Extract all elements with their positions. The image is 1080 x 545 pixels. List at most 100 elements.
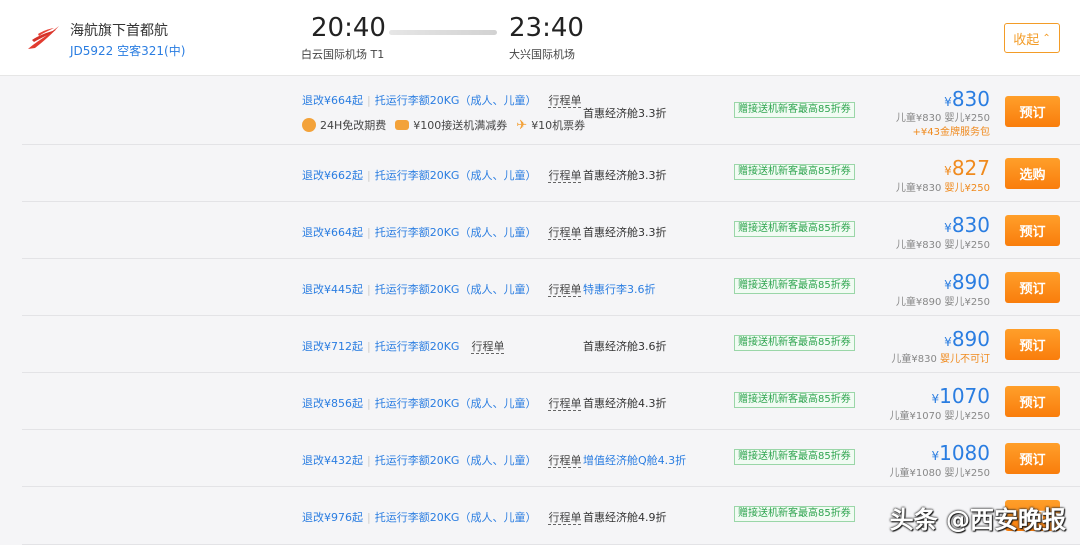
child-infant-price: 儿童¥1070 婴儿¥250 (890, 407, 990, 422)
perk-label: ¥10机票券 (531, 119, 586, 132)
promo-badge: 赠接送机新客最高85折券 (734, 164, 855, 180)
currency-symbol: ¥ (944, 95, 952, 109)
fare-row: 退改¥712起 | 托运行李额20KG 行程单 首惠经济舱3.6折 赠接送机新客最高8… (22, 316, 1080, 373)
cabin-class[interactable]: 增值经济舱Q舱4.3折 (583, 452, 686, 468)
child-infant-price: 儿童¥830 婴儿¥250 (896, 179, 990, 194)
fare-row: 退改¥432起 | 托运行李额20KG（成人、儿童） 行程单 增值经济舱Q舱4.3折 … (22, 430, 1080, 487)
promo-badge: 赠接送机新客最高85折券 (734, 335, 855, 351)
price-value: 1070 (939, 384, 990, 408)
promo-badge: 赠接送机新客最高85折券 (734, 221, 855, 237)
adult-price: ¥890 (944, 272, 990, 295)
cabin-class: 首惠经济舱3.3折 (583, 107, 667, 120)
plane-icon: ✈ (516, 117, 528, 133)
baggage-link[interactable]: 托运行李额20KG（成人、儿童） (375, 397, 537, 410)
perk-ticket-coupon[interactable]: ✈ ¥10机票券 (516, 117, 585, 133)
child-infant-price: 儿童¥1080 婴儿¥250 (890, 464, 990, 479)
child-infant-price: 儿童¥830 婴儿¥250 (896, 236, 990, 251)
change-fee-link[interactable]: 退改¥445起 (302, 283, 363, 296)
book-button[interactable]: 预订 (1005, 443, 1060, 474)
change-fee-link[interactable]: 退改¥664起 (302, 94, 363, 107)
purchase-button[interactable]: 选购 (1005, 158, 1060, 189)
itinerary-label[interactable]: 行程单 (548, 454, 582, 468)
perk-free-change[interactable]: 24H免改期费 (302, 117, 386, 133)
fare-row: 退改¥664起 | 托运行李额20KG（成人、儿童） 行程单 首惠经济舱3.3折 赠接… (22, 202, 1080, 259)
departure-time: 20:40 (311, 13, 386, 43)
child-infant-price: 儿童¥830 婴儿¥250 (896, 109, 990, 124)
child-price: 儿童¥830 (891, 354, 937, 365)
change-fee-link[interactable]: 退改¥856起 (302, 397, 363, 410)
baggage-link[interactable]: 托运行李额20KG（成人、儿童） (375, 226, 537, 239)
book-button[interactable]: 预订 (1005, 272, 1060, 303)
arrival-airport: 大兴国际机场 (509, 48, 575, 61)
child-infant-price: 儿童¥830 婴儿不可订 (891, 350, 990, 365)
cabin-class: 首惠经济舱4.9折 (583, 511, 667, 524)
perks: 24H免改期费 ¥100接送机满减券 ✈ ¥10机票券 (302, 117, 594, 133)
cabin-class[interactable]: 特惠行李3.6折 (583, 281, 656, 297)
itinerary-label[interactable]: 行程单 (548, 397, 582, 411)
service-pack-addon[interactable]: +¥43金牌服务包 (913, 123, 990, 138)
itinerary-label[interactable]: 行程单 (548, 226, 582, 240)
price-value: 890 (951, 270, 990, 294)
change-fee-link[interactable]: 退改¥662起 (302, 169, 363, 182)
child-price: 儿童¥830 (895, 183, 942, 194)
baggage-link[interactable]: 托运行李额20KG（成人、儿童） (375, 94, 537, 107)
fare-row: 退改¥662起 | 托运行李额20KG（成人、儿童） 行程单 首惠经济舱3.3折 赠接… (22, 145, 1080, 202)
itinerary-label[interactable]: 行程单 (471, 340, 505, 354)
infant-price: 婴儿¥250 (944, 411, 990, 422)
adult-price: ¥1070 (931, 386, 990, 409)
price-value: 890 (951, 327, 990, 351)
adult-price: ¥1080 (931, 443, 990, 466)
fare-policy: 退改¥856起 | 托运行李额20KG（成人、儿童） 行程单 (302, 397, 582, 411)
change-fee-link[interactable]: 退改¥664起 (302, 226, 363, 239)
currency-symbol: ¥ (931, 449, 940, 463)
change-fee-link[interactable]: 退改¥712起 (302, 340, 363, 353)
promo-badge: 赠接送机新客最高85折券 (734, 278, 855, 294)
baggage-link[interactable]: 托运行李额20KG（成人、儿童） (375, 454, 537, 467)
fare-policy: 退改¥664起 | 托运行李额20KG（成人、儿童） 行程单 (302, 94, 582, 108)
baggage-link[interactable]: 托运行李额20KG（成人、儿童） (375, 169, 537, 182)
infant-price: 婴儿¥250 (944, 297, 990, 308)
child-price: 儿童¥1070 (889, 411, 942, 422)
baggage-link[interactable]: 托运行李额20KG（成人、儿童） (375, 511, 537, 524)
book-button[interactable]: 预订 (1005, 215, 1060, 246)
cabin-class: 首惠经济舱3.6折 (583, 340, 667, 353)
child-price: 儿童¥1080 (889, 468, 942, 479)
arrival-time: 23:40 (509, 13, 584, 43)
fare-row: 退改¥664起 | 托运行李额20KG（成人、儿童） 行程单 24H免改期费 ¥100… (22, 80, 1080, 145)
book-button[interactable]: 预订 (1005, 96, 1060, 127)
book-button[interactable]: 预订 (1005, 386, 1060, 417)
infant-price: 婴儿¥250 (944, 240, 990, 251)
change-fee-link[interactable]: 退改¥432起 (302, 454, 363, 467)
collapse-button[interactable]: 收起 ⌃ (1004, 23, 1060, 53)
child-price: 儿童¥830 (895, 240, 942, 251)
flight-summary-header: 海航旗下首都航 JD5922 空客321(中) 20:40 白云国际机场 T1 … (0, 0, 1080, 76)
fare-policy: 退改¥664起 | 托运行李额20KG（成人、儿童） 行程单 (302, 226, 582, 240)
itinerary-label[interactable]: 行程单 (548, 283, 582, 297)
cabin-class: 首惠经济舱4.3折 (583, 397, 667, 410)
currency-symbol: ¥ (931, 392, 940, 406)
currency-symbol: ¥ (944, 164, 952, 178)
child-infant-price: 儿童¥890 婴儿¥250 (896, 293, 990, 308)
book-button[interactable]: 预订 (1005, 329, 1060, 360)
adult-price: ¥890 (944, 329, 990, 352)
perk-label: 24H免改期费 (320, 119, 387, 132)
change-fee-link[interactable]: 退改¥976起 (302, 511, 363, 524)
baggage-link[interactable]: 托运行李额20KG (375, 340, 460, 353)
car-icon (395, 120, 410, 130)
clock-badge-icon (302, 118, 316, 132)
baggage-link[interactable]: 托运行李额20KG（成人、儿童） (375, 283, 537, 296)
itinerary-label[interactable]: 行程单 (548, 169, 582, 183)
capital-airlines-logo (28, 26, 59, 49)
flight-number-aircraft[interactable]: JD5922 空客321(中) (70, 42, 185, 59)
fare-policy: 退改¥445起 | 托运行李额20KG（成人、儿童） 行程单 (302, 283, 582, 297)
itinerary-label[interactable]: 行程单 (548, 94, 582, 108)
price-value: 830 (951, 213, 990, 237)
currency-symbol: ¥ (944, 335, 952, 349)
fare-policy: 退改¥662起 | 托运行李额20KG（成人、儿童） 行程单 (302, 169, 582, 183)
infant-price: 婴儿不可订 (940, 354, 990, 365)
cabin-class: 首惠经济舱3.3折 (583, 169, 667, 182)
perk-transfer-coupon[interactable]: ¥100接送机满减券 (395, 117, 507, 133)
fare-policy: 退改¥976起 | 托运行李额20KG（成人、儿童） 行程单 (302, 511, 582, 525)
price-value: 1080 (939, 441, 990, 465)
itinerary-label[interactable]: 行程单 (548, 511, 582, 525)
